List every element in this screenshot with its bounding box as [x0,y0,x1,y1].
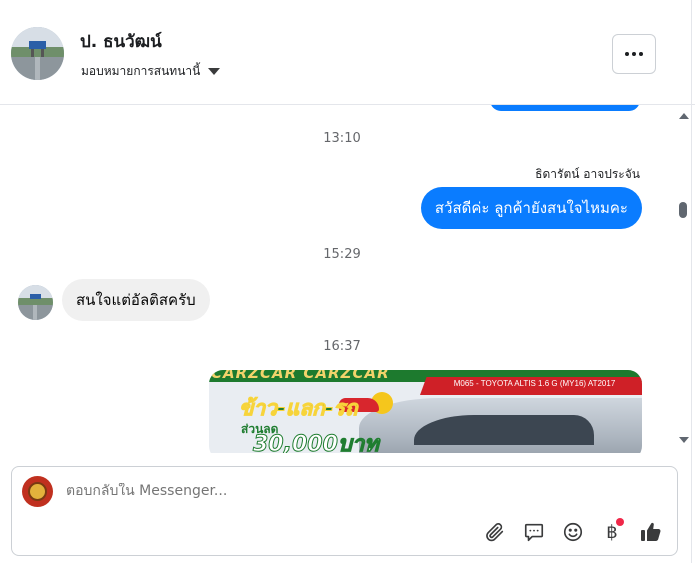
promo-brand-text: CARZCAR CARZCAR [211,370,390,382]
promo-discount-amount: 30,000บาท [253,432,380,454]
contact-avatar-small[interactable] [18,285,53,320]
message-composer: ฿ [11,466,678,556]
thread-scrollbar[interactable] [676,105,690,453]
promo-model-text: M065 - TOYOTA ALTIS 1.6 G (MY16) AT2017 [453,379,616,388]
caret-down-icon [208,68,221,75]
message-thread[interactable]: 13:10 ธิดารัตน์ อาจประจัน สวัสดีค่ะ ลูกค… [0,105,676,453]
promo-image-attachment[interactable]: CARZCAR CARZCAR M065 - TOYOTA ALTIS 1.6 … [209,370,642,453]
conversation-header: ป. ธนวัฒน์ มอบหมายการสนทนานี้ [0,0,695,105]
like-icon[interactable] [638,519,664,545]
scrollbar-thumb[interactable] [679,202,687,218]
composer-toolbar: ฿ [482,518,664,545]
notification-dot [616,518,624,526]
contact-avatar[interactable] [11,27,64,80]
payment-baht-icon[interactable]: ฿ [599,518,625,545]
assign-label: มอบหมายการสนทนานี้ [81,64,201,78]
attach-icon[interactable] [482,519,508,545]
outgoing-message[interactable]: สวัสดีค่ะ ลูกค้ายังสนใจไหมคะ [420,187,642,229]
timestamp: 15:29 [323,247,361,262]
more-horizontal-icon [625,52,629,56]
contact-name: ป. ธนวัฒน์ [80,32,162,52]
more-options-button[interactable] [612,34,656,74]
sender-name: ธิดารัตน์ อาจประจัน [535,167,640,181]
outgoing-message-partial [490,105,640,111]
incoming-message[interactable]: สนใจแต่อัลติสครับ [62,279,210,321]
panel-border [691,0,692,563]
timestamp: 13:10 [323,131,361,146]
reply-input[interactable] [66,483,626,499]
timestamp: 16:37 [323,339,361,354]
emoji-icon[interactable] [560,519,586,545]
assign-conversation-dropdown[interactable]: มอบหมายการสนทนานี้ [81,62,221,81]
saved-replies-icon[interactable] [521,519,547,545]
scroll-down-arrow-icon[interactable] [679,437,689,443]
scroll-up-arrow-icon[interactable] [679,113,689,119]
page-avatar [22,476,53,507]
